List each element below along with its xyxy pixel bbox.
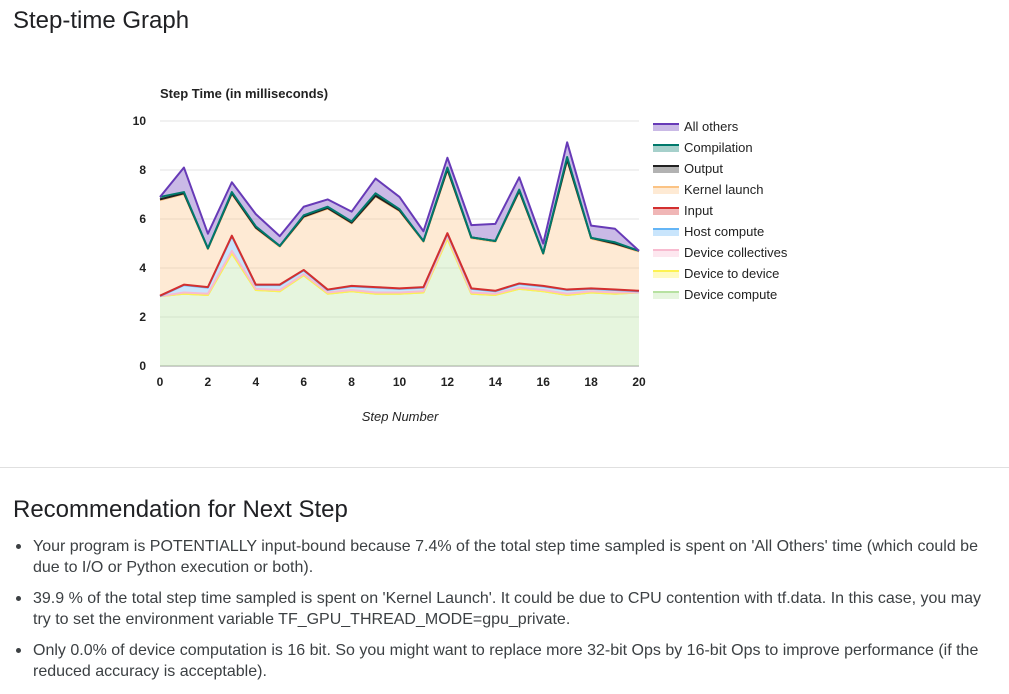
legend-label-all-others: All others — [684, 119, 739, 134]
legend-label-host-compute: Host compute — [684, 224, 764, 239]
y-tick-label: 10 — [133, 114, 147, 128]
legend-swatch-compilation — [653, 145, 679, 152]
x-tick-label: 4 — [252, 375, 259, 389]
x-tick-label: 12 — [441, 375, 455, 389]
legend-swatch-input — [653, 208, 679, 215]
recommendation-list: Your program is POTENTIALLY input-bound … — [0, 536, 1009, 692]
recommendation-item: Your program is POTENTIALLY input-bound … — [0, 536, 1009, 578]
x-tick-label: 0 — [157, 375, 164, 389]
legend-swatch-output — [653, 166, 679, 173]
legend-label-device-to-device: Device to device — [684, 266, 779, 281]
legend-swatch-kernel-launch — [653, 187, 679, 194]
legend-label-device-compute: Device compute — [684, 287, 777, 302]
x-tick-label: 6 — [300, 375, 307, 389]
legend-swatch-device-compute — [653, 292, 679, 299]
y-tick-label: 0 — [139, 359, 146, 373]
legend-label-device-collectives: Device collectives — [684, 245, 788, 260]
x-tick-label: 16 — [537, 375, 551, 389]
legend-label-input: Input — [684, 203, 713, 218]
legend-swatch-all-others — [653, 124, 679, 131]
recommendation-item: Only 0.0% of device computation is 16 bi… — [0, 640, 1009, 682]
legend-label-compilation: Compilation — [684, 140, 753, 155]
y-tick-label: 2 — [139, 310, 146, 324]
step-time-chart[interactable]: Step Time (in milliseconds) 0 2 4 6 8 10 0 2 4 6 8… — [0, 60, 1009, 460]
page-title: Step-time Graph — [13, 7, 190, 34]
legend-label-kernel-launch: Kernel launch — [684, 182, 764, 197]
x-tick-label: 8 — [348, 375, 355, 389]
y-tick-label: 6 — [139, 212, 146, 226]
x-axis-title: Step Number — [362, 409, 439, 424]
legend-swatch-host-compute — [653, 229, 679, 236]
legend-swatch-device-to-device — [653, 271, 679, 278]
y-tick-label: 8 — [139, 163, 146, 177]
legend-label-output: Output — [684, 161, 723, 176]
x-tick-label: 2 — [205, 375, 212, 389]
x-tick-label: 18 — [584, 375, 598, 389]
legend-swatch-device-collectives — [653, 250, 679, 257]
x-tick-label: 10 — [393, 375, 407, 389]
x-tick-label: 14 — [489, 375, 503, 389]
x-tick-label: 20 — [632, 375, 646, 389]
section-divider — [0, 467, 1009, 468]
recommendation-title: Recommendation for Next Step — [13, 496, 348, 523]
recommendation-item: 39.9 % of the total step time sampled is… — [0, 588, 1009, 630]
y-tick-label: 4 — [139, 261, 146, 275]
chart-title: Step Time (in milliseconds) — [160, 86, 328, 101]
chart-legend: All others Compilation Output Kernel launch… — [653, 119, 788, 302]
